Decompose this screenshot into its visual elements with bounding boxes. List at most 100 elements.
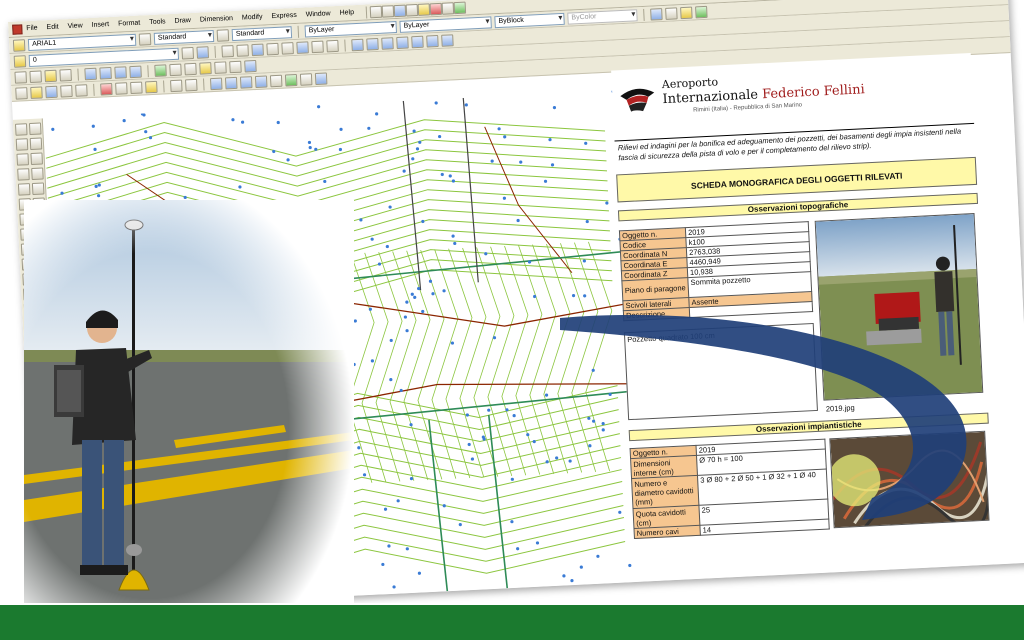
design-center-2-icon[interactable] [284,73,298,87]
layer-previous-icon[interactable] [181,46,195,60]
zoom-dynamic-icon[interactable] [99,66,112,80]
zoom-all-icon[interactable] [426,34,439,48]
ucs-world-icon[interactable] [236,43,249,57]
tool-palette-icon[interactable] [680,6,693,19]
zoom-center-icon[interactable] [129,65,142,78]
plotstyle-select[interactable]: ByColor [567,8,638,25]
hatch-tool-icon[interactable] [417,2,431,16]
survey-point [405,329,409,333]
copy-tool-icon[interactable] [441,1,455,15]
redo-icon[interactable] [184,78,198,91]
hide-icon[interactable] [154,63,167,77]
rectangle-icon[interactable] [17,183,31,196]
design-center-icon[interactable] [665,6,678,20]
line-icon[interactable] [14,123,28,136]
scenes-icon[interactable] [184,62,197,75]
menu-dimension[interactable]: Dimension [200,15,233,24]
layer-manager-icon[interactable] [13,54,27,68]
new-file-icon[interactable] [15,86,28,100]
markup-icon[interactable] [695,5,708,18]
locate-point-icon[interactable] [59,68,72,82]
ucs-view-icon[interactable] [326,39,339,52]
pan-icon[interactable] [84,67,97,80]
table-style-select[interactable]: Standard [231,25,293,41]
ucs-origin-icon[interactable] [251,43,264,56]
match-properties-icon[interactable] [145,80,158,93]
circle-tool-icon[interactable] [393,4,407,17]
menu-format[interactable]: Format [118,20,140,28]
zoom-scale-icon[interactable] [114,65,127,79]
construction-line-icon[interactable] [15,138,29,151]
zoom-in-icon[interactable] [396,35,409,49]
survey-point [583,294,587,298]
properties-2-icon[interactable] [269,74,283,87]
copy-object-icon[interactable] [29,137,43,151]
background-icon[interactable] [229,60,242,73]
ucs-face-icon[interactable] [311,40,324,53]
render-icon[interactable] [169,63,182,76]
copy-icon[interactable] [115,81,128,95]
airport-logo: Aeroporto Internazionale Federico Fellin… [611,57,973,127]
mirror-icon[interactable] [30,152,44,166]
pan-realtime-icon[interactable] [209,77,223,90]
zoom-previous-icon[interactable] [381,36,394,50]
color-select[interactable]: ByLayer [304,20,397,38]
zoom-extents-icon[interactable] [441,33,454,47]
tool-palettes-icon[interactable] [299,72,313,86]
lineweight-select[interactable]: ByBlock [494,12,565,28]
menu-edit[interactable]: Edit [46,24,58,32]
array-icon[interactable] [31,182,45,196]
help-2-icon[interactable] [314,71,328,85]
menu-help[interactable]: Help [339,9,354,17]
arc-tool-icon[interactable] [405,3,419,17]
list-icon[interactable] [44,69,57,82]
make-object-layer-current-icon[interactable] [196,45,209,59]
menu-view[interactable]: View [67,22,82,30]
survey-point [516,218,520,223]
menu-express[interactable]: Express [271,12,297,20]
zoom-window-2-icon[interactable] [239,75,253,89]
menu-draw[interactable]: Draw [174,17,191,25]
undo-icon[interactable] [170,79,183,92]
paste-icon[interactable] [130,81,143,94]
ucs-3point-icon[interactable] [281,41,294,55]
help-icon[interactable] [244,59,257,72]
ucs-object-icon[interactable] [296,40,309,54]
print-icon[interactable] [60,84,73,98]
menu-window[interactable]: Window [306,10,331,18]
menu-modify[interactable]: Modify [242,14,263,22]
zoom-realtime-2-icon[interactable] [224,76,238,89]
zoom-window-icon[interactable] [366,37,379,51]
zoom-realtime-icon[interactable] [351,38,364,51]
menu-insert[interactable]: Insert [91,21,109,29]
zoom-out-icon[interactable] [411,35,424,48]
erase-tool-icon[interactable] [429,2,443,15]
cut-icon[interactable] [100,82,113,96]
survey-point [570,579,574,583]
polygon-icon[interactable] [17,168,30,181]
survey-point [357,446,361,450]
move-tool-icon[interactable] [453,1,467,14]
zoom-previous-2-icon[interactable] [254,74,268,88]
ucs-zaxis-icon[interactable] [266,42,279,55]
menu-tools[interactable]: Tools [149,18,166,26]
line-tool-icon[interactable] [369,5,383,18]
polyline-icon[interactable] [16,153,30,166]
survey-point [516,547,520,551]
properties-icon[interactable] [650,7,663,21]
save-icon[interactable] [45,85,58,98]
distance-icon[interactable] [14,70,27,84]
ucs-icon[interactable] [221,44,234,58]
move-icon[interactable] [28,122,42,136]
open-file-icon[interactable] [30,85,43,99]
offset-icon[interactable] [31,167,44,181]
linetype-select[interactable]: ByLayer [399,15,492,33]
polyline-tool-icon[interactable] [381,4,395,18]
dim-style-select[interactable]: Standard [153,29,215,45]
lights-icon[interactable] [199,61,212,75]
menu-file[interactable]: File [26,25,38,33]
materials-icon[interactable] [214,60,227,74]
toolbar-separator [214,45,216,58]
print-preview-icon[interactable] [75,83,88,97]
area-icon[interactable] [29,69,42,83]
